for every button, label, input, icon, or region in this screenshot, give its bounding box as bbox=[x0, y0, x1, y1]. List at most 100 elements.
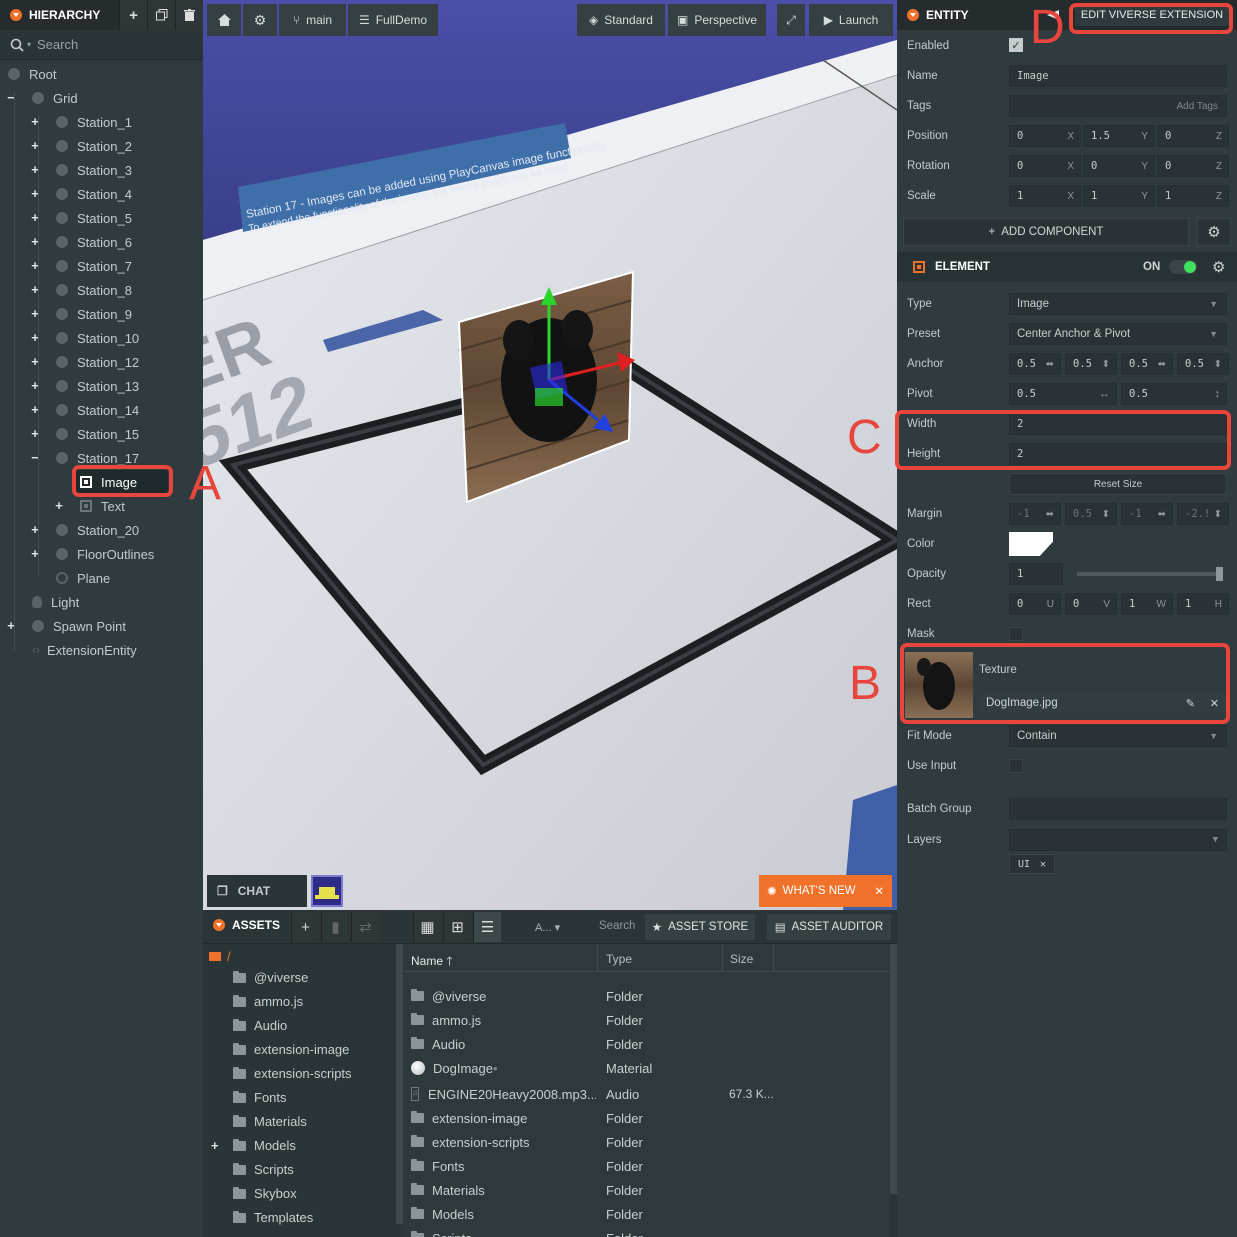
tree-item[interactable]: Station_7 bbox=[56, 254, 132, 278]
folder-tree-item[interactable]: @viverse bbox=[233, 970, 308, 985]
rect-1-field[interactable]: 0V bbox=[1065, 593, 1117, 615]
folder-tree-item[interactable]: Fonts bbox=[233, 1090, 287, 1105]
layer-tag-ui[interactable]: UI ✕ bbox=[1009, 854, 1055, 874]
asset-row[interactable]: Materials Folder bbox=[404, 1178, 889, 1202]
expand-icon[interactable]: + bbox=[211, 1138, 219, 1153]
chat-button[interactable]: ❐ CHAT bbox=[207, 875, 307, 907]
hierarchy-search[interactable]: ▾ Search bbox=[0, 30, 203, 60]
fit-mode-select[interactable]: Contain ▼ bbox=[1009, 725, 1227, 747]
root-folder[interactable]: / bbox=[209, 949, 231, 964]
column-name[interactable]: Name 🡑 bbox=[411, 952, 453, 973]
tree-item[interactable]: Station_8 bbox=[56, 278, 132, 302]
branch-button[interactable]: ⑂ main bbox=[279, 4, 346, 36]
tree-item[interactable]: Text bbox=[80, 494, 125, 518]
tree-item[interactable]: ‹› ExtensionEntity bbox=[32, 638, 137, 662]
preset-select[interactable]: Center Anchor & Pivot ▼ bbox=[1009, 323, 1227, 345]
tree-item[interactable]: Station_2 bbox=[56, 134, 132, 158]
tree-item[interactable]: Station_13 bbox=[56, 374, 139, 398]
rotation-1-field[interactable]: 0Y bbox=[1083, 155, 1155, 177]
tree-item[interactable]: Station_20 bbox=[56, 518, 139, 542]
settings-button[interactable]: ⚙ bbox=[243, 4, 277, 36]
margin-2-field[interactable]: -1 ⬌ bbox=[1121, 503, 1173, 525]
tree-item[interactable]: Plane bbox=[56, 566, 110, 590]
tree-item[interactable]: Station_6 bbox=[56, 230, 132, 254]
pivot-y-field[interactable]: 0.5 ↕ bbox=[1121, 383, 1227, 405]
expand-icon[interactable]: + bbox=[54, 498, 64, 513]
home-button[interactable] bbox=[207, 4, 241, 36]
asset-row[interactable]: DogImage • Material bbox=[404, 1056, 889, 1080]
scale-0-field[interactable]: 1X bbox=[1009, 185, 1081, 207]
asset-row[interactable]: Fonts Folder bbox=[404, 1154, 889, 1178]
grid-small-view-button[interactable]: ⊞ bbox=[443, 912, 471, 942]
scene-button[interactable]: ☰ FullDemo bbox=[348, 4, 438, 36]
position-0-field[interactable]: 0X bbox=[1009, 125, 1081, 147]
margin-1-field[interactable]: 0.5 ⬍ bbox=[1065, 503, 1117, 525]
position-2-field[interactable]: 0Z bbox=[1157, 125, 1229, 147]
asset-row[interactable]: Models Folder bbox=[404, 1202, 889, 1226]
pivot-x-field[interactable]: 0.5 ↔ bbox=[1009, 383, 1117, 405]
component-settings-button[interactable]: ⚙ bbox=[1197, 218, 1231, 246]
close-icon[interactable]: ✕ bbox=[874, 884, 884, 898]
folder-tree-item[interactable]: extension-image bbox=[233, 1042, 349, 1057]
delete-entity-button[interactable] bbox=[175, 0, 203, 30]
anchor-0-field[interactable]: 0.5 ⬌ bbox=[1009, 353, 1061, 375]
scale-1-field[interactable]: 1Y bbox=[1083, 185, 1155, 207]
tree-item[interactable]: Light bbox=[32, 590, 79, 614]
gear-icon[interactable]: ⚙ bbox=[1212, 258, 1225, 276]
fullscreen-button[interactable]: ⤢ bbox=[777, 4, 805, 36]
tree-item[interactable]: Station_12 bbox=[56, 350, 139, 374]
asset-row[interactable]: Audio Folder bbox=[404, 1032, 889, 1056]
tree-item[interactable]: Station_14 bbox=[56, 398, 139, 422]
delete-asset-button[interactable]: ▮ bbox=[321, 912, 349, 942]
column-size[interactable]: Size bbox=[722, 944, 774, 972]
anchor-2-field[interactable]: 0.5 ⬌ bbox=[1121, 353, 1173, 375]
scale-2-field[interactable]: 1Z bbox=[1157, 185, 1229, 207]
folder-tree-item[interactable]: ammo.js bbox=[233, 994, 303, 1009]
user-avatar[interactable] bbox=[311, 875, 343, 907]
tree-item[interactable]: Spawn Point bbox=[32, 614, 126, 638]
asset-search-input[interactable]: Search bbox=[599, 920, 635, 932]
asset-auditor-button[interactable]: ▤ ASSET AUDITOR bbox=[767, 914, 891, 940]
search-input[interactable]: Search bbox=[37, 37, 78, 52]
add-entity-button[interactable]: + bbox=[119, 0, 147, 30]
move-asset-button[interactable]: ⇄ bbox=[351, 912, 379, 942]
rotation-0-field[interactable]: 0X bbox=[1009, 155, 1081, 177]
collapse-icon[interactable] bbox=[213, 919, 225, 931]
tree-item[interactable]: Station_5 bbox=[56, 206, 132, 230]
folder-tree-item[interactable]: Materials bbox=[233, 1114, 307, 1129]
tree-item[interactable]: Station_3 bbox=[56, 158, 132, 182]
tree-item[interactable]: Station_15 bbox=[56, 422, 139, 446]
enabled-checkbox[interactable]: ✓ bbox=[1009, 38, 1023, 52]
tree-item[interactable]: Root bbox=[8, 62, 56, 86]
tree-item[interactable]: Station_9 bbox=[56, 302, 132, 326]
rect-2-field[interactable]: 1W bbox=[1121, 593, 1173, 615]
element-toggle[interactable] bbox=[1169, 260, 1197, 274]
type-select[interactable]: Image ▼ bbox=[1009, 293, 1227, 315]
mask-checkbox[interactable] bbox=[1009, 627, 1023, 641]
whats-new-button[interactable]: ✺ WHAT'S NEW ✕ bbox=[759, 875, 892, 907]
add-component-button[interactable]: + ADD COMPONENT bbox=[903, 218, 1189, 246]
folder-tree-item[interactable]: Audio bbox=[233, 1018, 287, 1033]
position-1-field[interactable]: 1.5 Y bbox=[1083, 125, 1155, 147]
margin-0-field[interactable]: -1 ⬌ bbox=[1009, 503, 1061, 525]
column-type[interactable]: Type bbox=[597, 944, 632, 972]
add-asset-button[interactable]: + bbox=[291, 912, 319, 942]
launch-button[interactable]: ▶ Launch bbox=[809, 4, 893, 36]
asset-table-scrollbar[interactable] bbox=[890, 944, 897, 1194]
folder-tree-item[interactable]: Skybox bbox=[233, 1186, 297, 1201]
opacity-field[interactable]: 1 bbox=[1009, 563, 1063, 585]
tree-item[interactable]: Station_10 bbox=[56, 326, 139, 350]
batch-group-select[interactable] bbox=[1009, 798, 1227, 820]
collapse-icon[interactable] bbox=[907, 9, 919, 21]
asset-row[interactable]: extension-scripts Folder bbox=[404, 1130, 889, 1154]
tree-item[interactable]: Station_1 bbox=[56, 110, 132, 134]
folder-tree-item[interactable]: Scripts bbox=[233, 1162, 294, 1177]
scene-viewport[interactable]: Station 17 - Images can be added using P… bbox=[203, 0, 897, 910]
opacity-slider[interactable] bbox=[1077, 567, 1223, 581]
asset-filter-select[interactable]: A... ▾ bbox=[535, 921, 560, 934]
duplicate-entity-button[interactable] bbox=[147, 0, 175, 30]
asset-row[interactable]: extension-image Folder bbox=[404, 1106, 889, 1130]
rect-0-field[interactable]: 0U bbox=[1009, 593, 1061, 615]
grid-large-view-button[interactable]: ▦ bbox=[413, 912, 441, 942]
tree-item[interactable]: Grid bbox=[32, 86, 78, 110]
